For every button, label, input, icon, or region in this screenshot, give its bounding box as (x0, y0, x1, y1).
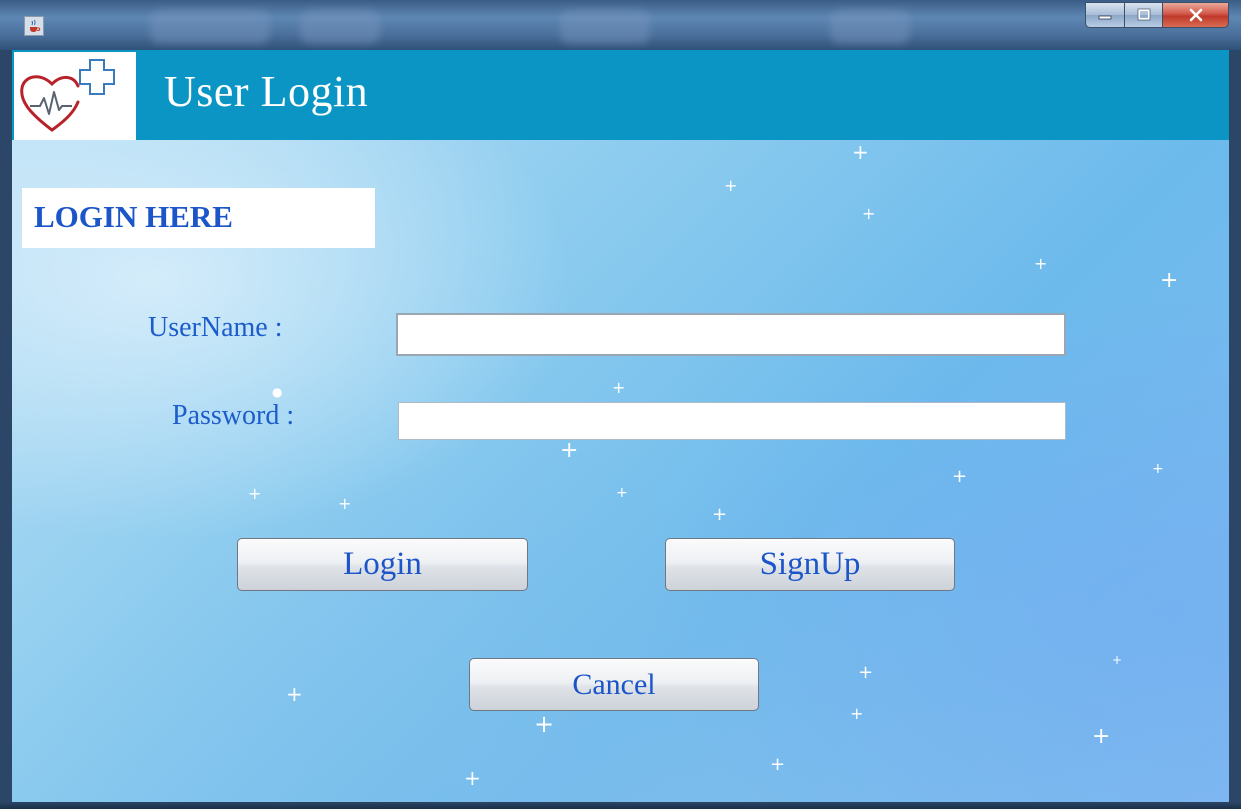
cancel-button[interactable]: Cancel (469, 658, 759, 711)
heart-cross-medical-logo (20, 59, 115, 132)
sparkle: + (850, 704, 864, 723)
sparkle: + (1112, 653, 1123, 667)
title-bar[interactable] (0, 0, 1241, 50)
titlebar-blur (560, 10, 650, 44)
titlebar-blur (300, 10, 380, 44)
sparkle: + (338, 494, 352, 513)
sparkle: + (852, 140, 869, 164)
signup-button[interactable]: SignUp (665, 538, 955, 591)
username-input[interactable] (396, 313, 1066, 356)
titlebar-blur (150, 10, 270, 44)
sparkle: + (858, 662, 874, 683)
login-button[interactable]: Login (237, 538, 528, 591)
sparkle: + (616, 485, 628, 501)
sparkle: + (248, 484, 262, 503)
close-icon (1189, 8, 1202, 22)
sparkle: + (1034, 254, 1048, 273)
sparkle: + (286, 682, 303, 706)
sparkle: + (1152, 461, 1164, 477)
close-button[interactable] (1163, 2, 1229, 28)
login-panel: User Login + + + + + ● + + + + + + + + +… (12, 50, 1229, 802)
window-bottom-border (0, 802, 1241, 809)
sparkle: + (724, 176, 738, 195)
sparkle: + (712, 504, 728, 525)
section-title: LOGIN HERE (22, 188, 375, 248)
username-label: UserName : (148, 312, 283, 343)
page-title: User Login (164, 67, 369, 116)
sparkle: + (952, 466, 968, 487)
password-label: Password : (172, 400, 295, 431)
maximize-icon (1137, 8, 1150, 21)
maximize-button[interactable] (1125, 2, 1163, 28)
sparkle: ● (272, 385, 283, 399)
sparkle: + (1160, 268, 1179, 293)
header-bar: User Login (12, 50, 1229, 140)
sparkle: + (612, 378, 626, 397)
sparkle: + (770, 754, 786, 775)
minimize-button[interactable] (1085, 2, 1125, 28)
section-title-text: LOGIN HERE (34, 199, 233, 234)
window-controls (1085, 2, 1229, 30)
sparkle: + (464, 766, 481, 790)
sparkle: + (1092, 724, 1111, 749)
login-window: User Login + + + + + ● + + + + + + + + +… (0, 0, 1241, 809)
sparkle: + (862, 204, 876, 223)
java-cup-icon[interactable] (24, 16, 44, 36)
titlebar-blur (830, 10, 910, 44)
sparkle: + (534, 710, 555, 738)
logo (14, 52, 136, 140)
minimize-icon (1098, 15, 1112, 20)
password-input[interactable] (398, 402, 1066, 440)
sparkle: + (560, 438, 579, 463)
